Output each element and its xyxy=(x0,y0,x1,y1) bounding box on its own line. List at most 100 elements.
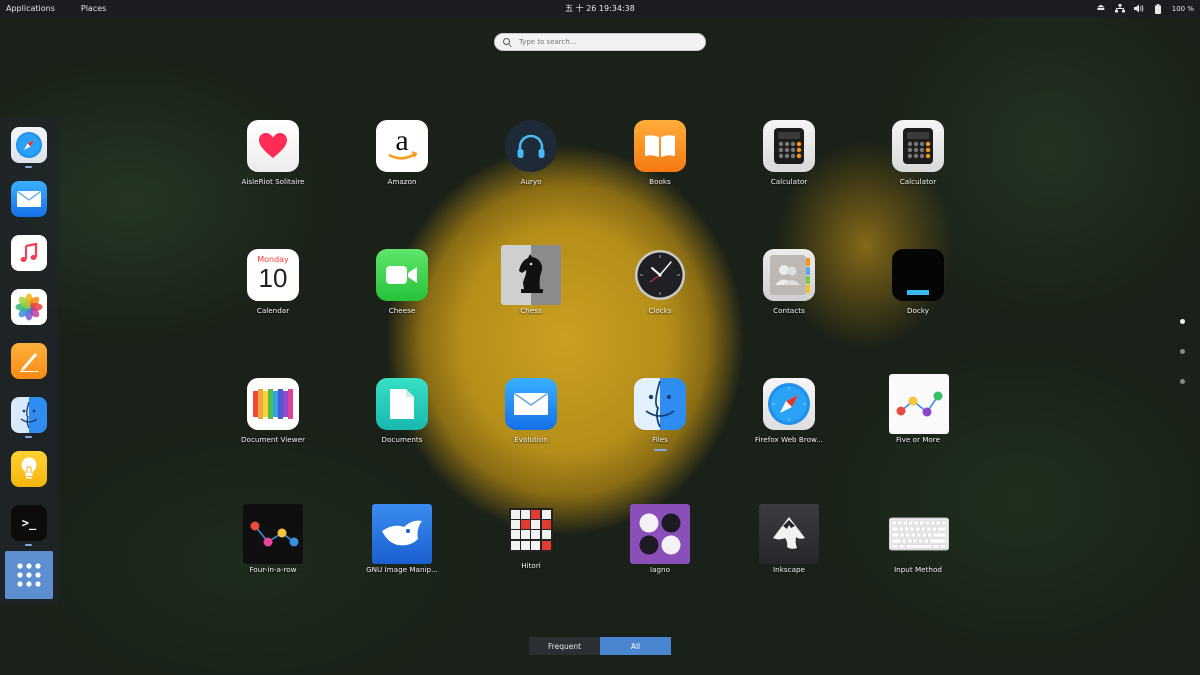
battery-level[interactable]: 100 % xyxy=(1172,5,1194,13)
document-icon xyxy=(376,378,428,430)
dock-item-mail[interactable] xyxy=(11,181,47,217)
app-evolution[interactable]: Evolution xyxy=(476,378,586,452)
inkscape-icon xyxy=(759,504,819,564)
app-gimp[interactable]: GNU Image Manip... xyxy=(347,504,457,578)
page-dot-3[interactable] xyxy=(1180,379,1185,384)
compass-icon xyxy=(763,378,815,430)
dock: >_ xyxy=(0,117,59,604)
dock-item-terminal[interactable]: >_ xyxy=(11,505,47,541)
app-label: Firefox Web Brow... xyxy=(754,435,824,444)
video-camera-icon xyxy=(376,249,428,301)
app-firefox[interactable]: Firefox Web Brow... xyxy=(734,378,844,452)
view-switch: Frequent All xyxy=(529,637,671,655)
app-four-in-a-row[interactable]: Four-in-a-row xyxy=(218,504,328,578)
app-label: Document Viewer xyxy=(241,435,305,444)
running-indicator xyxy=(25,166,32,168)
running-indicator xyxy=(25,544,32,546)
app-contacts[interactable]: Contacts xyxy=(734,249,844,323)
page-dot-1[interactable] xyxy=(1180,319,1185,324)
keyboard-icon xyxy=(889,504,949,564)
app-label: GNU Image Manip... xyxy=(366,565,438,574)
safari-icon xyxy=(16,132,42,158)
frequent-tab[interactable]: Frequent xyxy=(529,637,600,655)
app-calendar[interactable]: Monday 10 Calendar xyxy=(218,249,328,323)
heart-icon xyxy=(247,120,299,172)
calendar-day: 10 xyxy=(258,263,288,293)
app-document-viewer[interactable]: Document Viewer xyxy=(218,378,328,452)
app-cheese[interactable]: Cheese xyxy=(347,249,457,323)
hitori-icon xyxy=(505,504,557,556)
app-label: Auryo xyxy=(520,177,542,186)
app-label: Evolution xyxy=(514,435,548,444)
running-indicator xyxy=(654,449,667,451)
volume-icon[interactable] xyxy=(1133,4,1144,13)
eject-icon[interactable]: ⏏ xyxy=(1096,4,1106,13)
docky-icon xyxy=(892,249,944,301)
app-label: AisleRiot Solitaire xyxy=(241,177,305,186)
headphones-icon xyxy=(505,120,557,172)
running-indicator xyxy=(25,436,32,438)
app-hitori[interactable]: Hitori xyxy=(476,504,586,578)
app-label: Chess xyxy=(520,306,542,315)
app-label: Books xyxy=(649,177,671,186)
app-label: Cheese xyxy=(388,306,416,315)
lightbulb-icon xyxy=(21,457,37,479)
app-chess[interactable]: Chess xyxy=(476,245,586,319)
app-docky[interactable]: Docky xyxy=(863,249,973,323)
app-clocks[interactable]: Clocks xyxy=(605,249,715,323)
dock-item-safari[interactable] xyxy=(11,127,47,163)
dock-item-photos[interactable] xyxy=(11,289,47,325)
search-input[interactable] xyxy=(519,38,689,46)
app-label: Clocks xyxy=(648,306,672,315)
app-label: Four-in-a-row xyxy=(249,565,297,574)
calendar-icon: Monday 10 xyxy=(247,249,299,301)
app-grid-icon xyxy=(17,563,41,587)
app-books[interactable]: Books xyxy=(605,120,715,194)
app-label: Five or More xyxy=(895,435,941,444)
system-tray: ⏏ 100 % xyxy=(1096,0,1194,17)
app-label: Docky xyxy=(906,306,930,315)
app-files[interactable]: Files xyxy=(605,378,715,452)
document-viewer-icon xyxy=(247,378,299,430)
dock-item-music[interactable] xyxy=(11,235,47,271)
music-icon xyxy=(20,242,38,262)
show-applications-button[interactable] xyxy=(5,551,53,599)
applications-menu[interactable]: Applications xyxy=(0,4,63,13)
app-label: Input Method xyxy=(894,565,942,574)
network-icon[interactable] xyxy=(1114,4,1125,13)
five-or-more-icon xyxy=(889,374,949,434)
finder-icon xyxy=(634,378,686,430)
app-label: Inkscape xyxy=(773,565,805,574)
dock-item-lightbulb[interactable] xyxy=(11,451,47,487)
top-bar: Applications Places 五 十 26 19:34:38 ⏏ 10… xyxy=(0,0,1200,17)
four-in-a-row-icon xyxy=(243,504,303,564)
dock-item-notes[interactable] xyxy=(11,343,47,379)
places-menu[interactable]: Places xyxy=(73,4,114,13)
svg-text:a: a xyxy=(395,126,408,157)
app-auryo[interactable]: Auryo xyxy=(476,120,586,194)
app-calculator-1[interactable]: Calculator xyxy=(734,120,844,194)
search-box[interactable] xyxy=(494,33,706,51)
app-input-method[interactable]: Input Method xyxy=(863,504,973,578)
app-iagno[interactable]: Iagno xyxy=(605,504,715,578)
book-icon xyxy=(634,120,686,172)
dock-item-finder[interactable] xyxy=(11,397,47,433)
app-label: Files xyxy=(652,435,668,444)
app-five-or-more[interactable]: Five or More xyxy=(863,374,973,448)
app-calculator-2[interactable]: Calculator xyxy=(863,120,973,194)
all-tab[interactable]: All xyxy=(600,637,671,655)
app-amazon[interactable]: a Amazon xyxy=(347,120,457,194)
app-label: Hitori xyxy=(521,561,541,570)
app-label: Calendar xyxy=(256,306,290,315)
page-dot-2[interactable] xyxy=(1180,349,1185,354)
battery-icon[interactable] xyxy=(1153,3,1163,14)
iagno-icon xyxy=(630,504,690,564)
app-label: Amazon xyxy=(387,177,417,186)
amazon-icon: a xyxy=(376,120,428,172)
app-inkscape[interactable]: Inkscape xyxy=(734,504,844,578)
clock-container: 五 十 26 19:34:38 xyxy=(0,3,1200,14)
app-aisleriot-solitaire[interactable]: AisleRiot Solitaire xyxy=(218,120,328,194)
gimp-icon xyxy=(372,504,432,564)
app-documents[interactable]: Documents xyxy=(347,378,457,452)
clock[interactable]: 五 十 26 19:34:38 xyxy=(565,4,635,13)
